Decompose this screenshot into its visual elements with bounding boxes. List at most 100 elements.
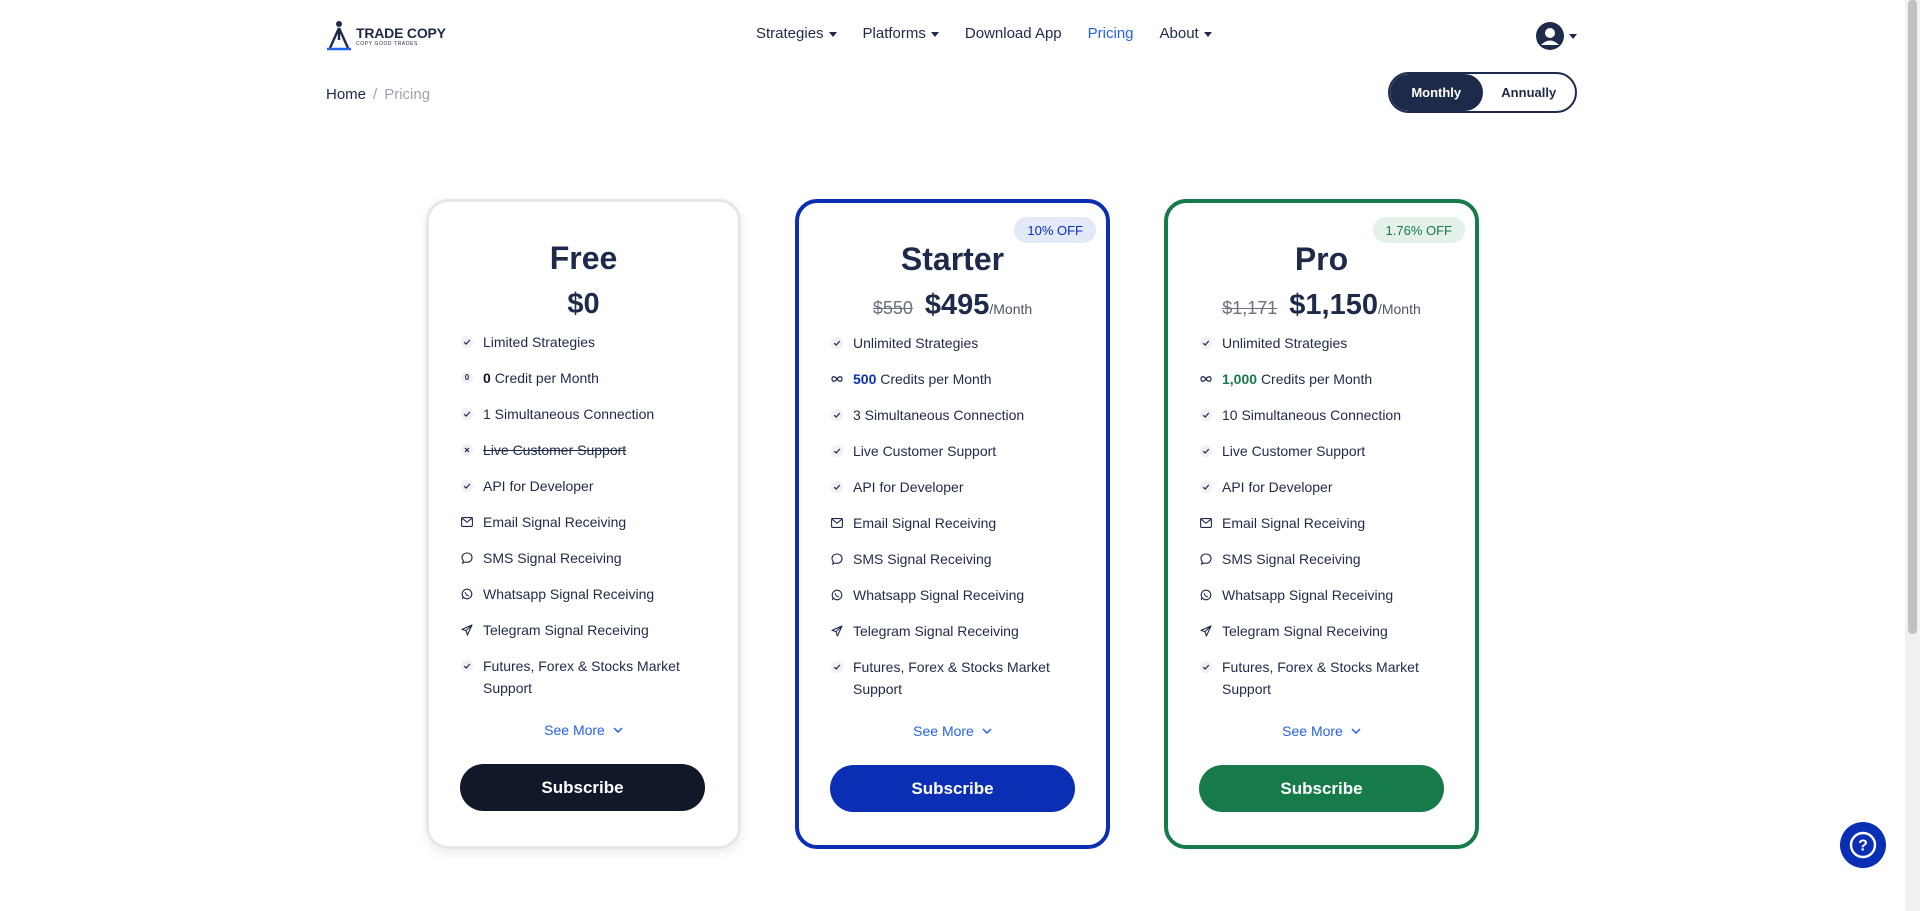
check-icon [1200, 661, 1212, 673]
caret-down-icon [1203, 31, 1212, 37]
feature-highlight: 0 [483, 370, 491, 386]
see-more-link[interactable]: See More [799, 723, 1106, 739]
feature-item: Live Customer Support [831, 440, 1086, 476]
feature-text: Futures, Forex & Stocks Market Support [1222, 659, 1419, 697]
infinity-icon [831, 373, 843, 385]
feature-item: Email Signal Receiving [1200, 512, 1455, 548]
nav-item-about[interactable]: About [1160, 25, 1212, 42]
see-more-link[interactable]: See More [1168, 723, 1475, 739]
user-menu[interactable] [1536, 22, 1577, 50]
feature-text: 1 Simultaneous Connection [483, 406, 655, 422]
check-icon [1200, 445, 1212, 457]
breadcrumb-home[interactable]: Home [326, 86, 366, 103]
user-avatar-icon [1536, 22, 1564, 50]
feature-item: 500 Credits per Month [831, 368, 1086, 404]
feature-text: Email Signal Receiving [1222, 515, 1366, 531]
breadcrumb-separator: / [373, 86, 378, 103]
toggle-annually[interactable]: Annually [1483, 74, 1576, 111]
svg-text:?: ? [1858, 838, 1868, 855]
feature-text: SMS Signal Receiving [853, 551, 992, 567]
plan-name: Free [549, 240, 618, 276]
feature-text: 10 Simultaneous Connection [1222, 407, 1402, 423]
send-icon [461, 624, 473, 636]
feature-text: Whatsapp Signal Receiving [853, 587, 1025, 603]
discount-badge: 10% OFF [1014, 217, 1096, 243]
see-more-link[interactable]: See More [429, 722, 738, 738]
brand-logo[interactable]: TRADE COPY COPY GOOD TRADES [326, 20, 446, 52]
chevron-down-icon [982, 728, 992, 734]
feature-item: Whatsapp Signal Receiving [1200, 584, 1455, 620]
feature-item: 00 Credit per Month [461, 367, 718, 403]
plan-old-price: $1,171 [1222, 298, 1278, 318]
feature-item: Limited Strategies [461, 331, 718, 367]
feature-item: SMS Signal Receiving [831, 548, 1086, 584]
breadcrumb: Home / Pricing [326, 86, 430, 103]
feature-text: Unlimited Strategies [853, 335, 979, 351]
check-icon [461, 660, 473, 672]
plan-old-price: $550 [872, 298, 913, 318]
feature-item: 10 Simultaneous Connection [1200, 404, 1455, 440]
feature-text: API for Developer [1222, 479, 1333, 495]
feature-text: Telegram Signal Receiving [853, 623, 1019, 639]
scrollbar-thumb[interactable] [1908, 0, 1917, 634]
feature-label: Credits per Month [880, 371, 992, 387]
feature-item: Live Customer Support [1200, 440, 1455, 476]
nav-label: Pricing [1087, 25, 1134, 42]
subscribe-button[interactable]: Subscribe [830, 765, 1075, 812]
chat-icon [1200, 553, 1212, 565]
nav-item-pricing[interactable]: Pricing [1088, 25, 1134, 42]
feature-text: Futures, Forex & Stocks Market Support [853, 659, 1050, 697]
feature-label: Credits per Month [1260, 371, 1373, 387]
feature-text: Email Signal Receiving [853, 515, 997, 531]
page-scrollbar[interactable] [1905, 0, 1920, 911]
subscribe-button[interactable]: Subscribe [1199, 765, 1444, 812]
feature-text: Unlimited Strategies [1222, 335, 1348, 351]
feature-item: Telegram Signal Receiving [1200, 620, 1455, 656]
nav-label: Download App [964, 25, 1062, 42]
feature-item: Telegram Signal Receiving [461, 619, 718, 655]
check-icon [1200, 409, 1212, 421]
zero-icon: 0 [461, 372, 473, 384]
subscribe-button[interactable]: Subscribe [460, 764, 705, 811]
help-button[interactable]: ? [1840, 822, 1886, 868]
feature-item: API for Developer [831, 476, 1086, 512]
chat-icon [461, 552, 473, 564]
feature-item: API for Developer [461, 475, 718, 511]
price-row: $1,171 $1,150 /Month [1168, 289, 1475, 322]
feature-item: SMS Signal Receiving [1200, 548, 1455, 584]
feature-item: 1,000 Credits per Month [1200, 368, 1455, 404]
whatsapp-icon [461, 588, 473, 600]
plan-price: $1,150 [1289, 289, 1378, 321]
nav-item-platforms[interactable]: Platforms [863, 25, 939, 42]
mail-icon [1200, 517, 1212, 529]
check-icon [831, 445, 843, 457]
feature-item: Futures, Forex & Stocks Market Support [461, 655, 718, 709]
nav-item-strategies[interactable]: Strategies [756, 25, 837, 42]
feature-text: API for Developer [853, 479, 964, 495]
chevron-down-icon [1351, 728, 1361, 734]
caret-down-icon [828, 31, 837, 37]
plan-period: /Month [989, 301, 1033, 317]
feature-text: SMS Signal Receiving [1222, 551, 1361, 567]
discount-badge: 1.76% OFF [1372, 217, 1465, 243]
check-icon [461, 408, 473, 420]
caret-down-icon [1569, 34, 1577, 39]
feature-text: Live Customer Support [853, 443, 997, 459]
plan-name: Starter [900, 241, 1005, 277]
feature-highlight: 500 [853, 371, 877, 387]
feature-item: Futures, Forex & Stocks Market Support [831, 656, 1086, 710]
feature-list: Unlimited Strategies 500 Credits per Mont… [831, 332, 1086, 710]
price-row: $0 [429, 288, 738, 321]
feature-text: API for Developer [483, 478, 594, 494]
nav-label: Platforms [862, 25, 926, 42]
feature-item: Unlimited Strategies [831, 332, 1086, 368]
nav-item-download-app[interactable]: Download App [965, 25, 1062, 42]
feature-text: Email Signal Receiving [483, 514, 627, 530]
main-nav: Strategies Platforms Download App Pricin… [756, 25, 1212, 42]
toggle-monthly[interactable]: Monthly [1390, 74, 1483, 111]
check-icon [831, 409, 843, 421]
x-icon [461, 444, 473, 456]
breadcrumb-current: Pricing [384, 86, 431, 103]
plan-price: $0 [567, 288, 600, 320]
feature-item: Whatsapp Signal Receiving [831, 584, 1086, 620]
